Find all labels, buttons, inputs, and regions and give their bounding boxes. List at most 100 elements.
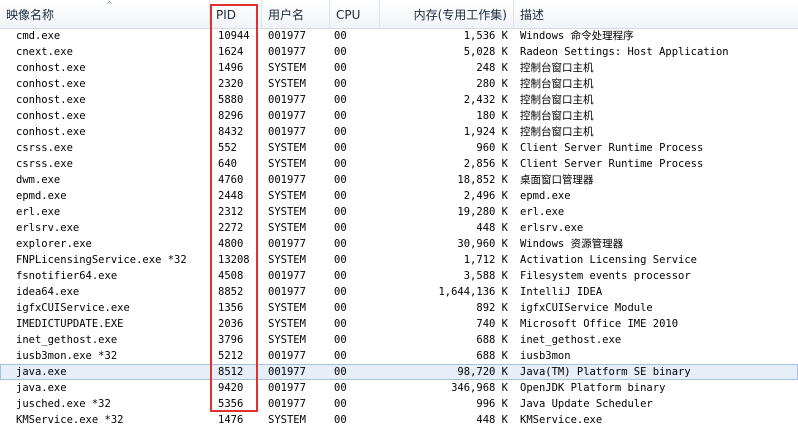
table-row[interactable]: epmd.exe 2448 SYSTEM 00 2,496 K epmd.exe bbox=[0, 188, 798, 204]
process-name: conhost.exe bbox=[16, 62, 86, 74]
process-cpu: 00 bbox=[334, 110, 347, 122]
process-user: SYSTEM bbox=[268, 62, 306, 74]
process-description: Java(TM) Platform SE binary bbox=[520, 366, 691, 378]
process-pid: 2272 bbox=[218, 222, 244, 234]
table-row[interactable]: jusched.exe *32 5356 001977 00 996 K Java Upd… bbox=[0, 396, 798, 412]
process-description: 控制台窗口主机 bbox=[520, 78, 594, 90]
process-name: cnext.exe bbox=[16, 46, 73, 58]
process-memory: 960 K bbox=[476, 142, 508, 154]
process-pid: 8432 bbox=[218, 126, 244, 138]
process-pid: 552 bbox=[218, 142, 237, 154]
process-pid: 4800 bbox=[218, 238, 244, 250]
table-row[interactable]: java.exe 8512 001977 00 98,720 K Java(TM) Pla… bbox=[0, 364, 798, 380]
process-description: Client Server Runtime Process bbox=[520, 158, 704, 170]
column-header-description[interactable]: 描述 bbox=[514, 0, 798, 28]
process-memory: 2,856 K bbox=[463, 158, 508, 170]
process-pid: 9420 bbox=[218, 382, 244, 394]
column-header-description-label: 描述 bbox=[520, 8, 545, 22]
table-row[interactable]: conhost.exe 2320 SYSTEM 00 280 K 控制台窗口主机 bbox=[0, 76, 798, 92]
process-user: SYSTEM bbox=[268, 302, 306, 314]
process-pid: 2320 bbox=[218, 78, 244, 90]
process-user: SYSTEM bbox=[268, 142, 306, 154]
process-memory: 448 K bbox=[476, 414, 508, 426]
process-memory: 248 K bbox=[476, 62, 508, 74]
process-name: iusb3mon.exe *32 bbox=[16, 350, 118, 362]
table-row[interactable]: erlsrv.exe 2272 SYSTEM 00 448 K erlsrv.exe bbox=[0, 220, 798, 236]
process-pid: 1476 bbox=[218, 414, 244, 426]
process-cpu: 00 bbox=[334, 126, 347, 138]
process-user: SYSTEM bbox=[268, 334, 306, 346]
process-description: 控制台窗口主机 bbox=[520, 94, 594, 106]
table-row[interactable]: csrss.exe 552 SYSTEM 00 960 K Client Server R… bbox=[0, 140, 798, 156]
process-user: 001977 bbox=[268, 270, 306, 282]
table-row[interactable]: iusb3mon.exe *32 5212 001977 00 688 K iusb3mo… bbox=[0, 348, 798, 364]
process-memory: 30,960 K bbox=[457, 238, 508, 250]
process-pid: 8296 bbox=[218, 110, 244, 122]
process-name: igfxCUIService.exe bbox=[16, 302, 130, 314]
table-row[interactable]: conhost.exe 1496 SYSTEM 00 248 K 控制台窗口主机 bbox=[0, 60, 798, 76]
process-description: inet_gethost.exe bbox=[520, 334, 622, 346]
process-description: Java Update Scheduler bbox=[520, 398, 653, 410]
column-header-cpu[interactable]: CPU bbox=[330, 0, 380, 28]
process-name: jusched.exe *32 bbox=[16, 398, 111, 410]
process-name: IMEDICTUPDATE.EXE bbox=[16, 318, 124, 330]
process-name: csrss.exe bbox=[16, 158, 73, 170]
process-memory: 688 K bbox=[476, 334, 508, 346]
table-row[interactable]: idea64.exe 8852 001977 00 1,644,136 K Intelli… bbox=[0, 284, 798, 300]
process-pid: 640 bbox=[218, 158, 237, 170]
process-memory: 280 K bbox=[476, 78, 508, 90]
column-header-user[interactable]: 用户名 bbox=[262, 0, 330, 28]
table-row[interactable]: dwm.exe 4760 001977 00 18,852 K 桌面窗口管理器 bbox=[0, 172, 798, 188]
process-user: 001977 bbox=[268, 126, 306, 138]
process-cpu: 00 bbox=[334, 270, 347, 282]
process-pid: 1624 bbox=[218, 46, 244, 58]
process-user: 001977 bbox=[268, 286, 306, 298]
process-memory: 98,720 K bbox=[457, 366, 508, 378]
table-row[interactable]: conhost.exe 5880 001977 00 2,432 K 控制台窗口主机 bbox=[0, 92, 798, 108]
process-cpu: 00 bbox=[334, 94, 347, 106]
table-row[interactable]: inet_gethost.exe 3796 SYSTEM 00 688 K inet_ge… bbox=[0, 332, 798, 348]
process-memory: 346,968 K bbox=[451, 382, 508, 394]
process-user: SYSTEM bbox=[268, 158, 306, 170]
process-description: Windows 资源管理器 bbox=[520, 238, 624, 250]
table-row[interactable]: IMEDICTUPDATE.EXE 2036 SYSTEM 00 740 K Micros… bbox=[0, 316, 798, 332]
process-cpu: 00 bbox=[334, 30, 347, 42]
process-user: SYSTEM bbox=[268, 254, 306, 266]
process-cpu: 00 bbox=[334, 190, 347, 202]
process-pid: 4508 bbox=[218, 270, 244, 282]
table-row[interactable]: conhost.exe 8432 001977 00 1,924 K 控制台窗口主机 bbox=[0, 124, 798, 140]
table-row[interactable]: KMService.exe *32 1476 SYSTEM 00 448 K KMServ… bbox=[0, 412, 798, 428]
process-memory: 2,432 K bbox=[463, 94, 508, 106]
process-memory: 892 K bbox=[476, 302, 508, 314]
table-row[interactable]: igfxCUIService.exe 1356 SYSTEM 00 892 K igfxC… bbox=[0, 300, 798, 316]
process-pid: 10944 bbox=[218, 30, 250, 42]
process-user: SYSTEM bbox=[268, 222, 306, 234]
process-pid: 8512 bbox=[218, 366, 244, 378]
column-header-pid[interactable]: PID bbox=[210, 0, 262, 28]
process-user: 001977 bbox=[268, 350, 306, 362]
process-pid: 4760 bbox=[218, 174, 244, 186]
process-cpu: 00 bbox=[334, 46, 347, 58]
table-row[interactable]: erl.exe 2312 SYSTEM 00 19,280 K erl.exe bbox=[0, 204, 798, 220]
process-name: csrss.exe bbox=[16, 142, 73, 154]
process-pid: 2036 bbox=[218, 318, 244, 330]
table-row[interactable]: cmd.exe 10944 001977 00 1,536 K Windows 命令处理程… bbox=[0, 28, 798, 44]
table-row[interactable]: explorer.exe 4800 001977 00 30,960 K Windows … bbox=[0, 236, 798, 252]
process-memory: 5,028 K bbox=[463, 46, 508, 58]
process-name: conhost.exe bbox=[16, 78, 86, 90]
process-name: KMService.exe *32 bbox=[16, 414, 124, 426]
table-row[interactable]: csrss.exe 640 SYSTEM 00 2,856 K Client Server… bbox=[0, 156, 798, 172]
column-header-image-name[interactable]: 映像名称 ^ bbox=[0, 0, 210, 28]
table-row[interactable]: java.exe 9420 001977 00 346,968 K OpenJDK Pla… bbox=[0, 380, 798, 396]
table-row[interactable]: FNPLicensingService.exe *32 13208 SYSTEM 00… bbox=[0, 252, 798, 268]
process-memory: 19,280 K bbox=[457, 206, 508, 218]
process-pid: 2312 bbox=[218, 206, 244, 218]
table-row[interactable]: conhost.exe 8296 001977 00 180 K 控制台窗口主机 bbox=[0, 108, 798, 124]
process-user: 001977 bbox=[268, 30, 306, 42]
column-header-memory[interactable]: 内存(专用工作集) bbox=[380, 0, 514, 28]
table-row[interactable]: cnext.exe 1624 001977 00 5,028 K Radeon Setti… bbox=[0, 44, 798, 60]
process-memory: 1,712 K bbox=[463, 254, 508, 266]
column-header-bar: 映像名称 ^ PID 用户名 CPU 内存(专用工作集) 描述 bbox=[0, 0, 798, 29]
process-description: IntelliJ IDEA bbox=[520, 286, 603, 298]
table-row[interactable]: fsnotifier64.exe 4508 001977 00 3,588 K Files… bbox=[0, 268, 798, 284]
